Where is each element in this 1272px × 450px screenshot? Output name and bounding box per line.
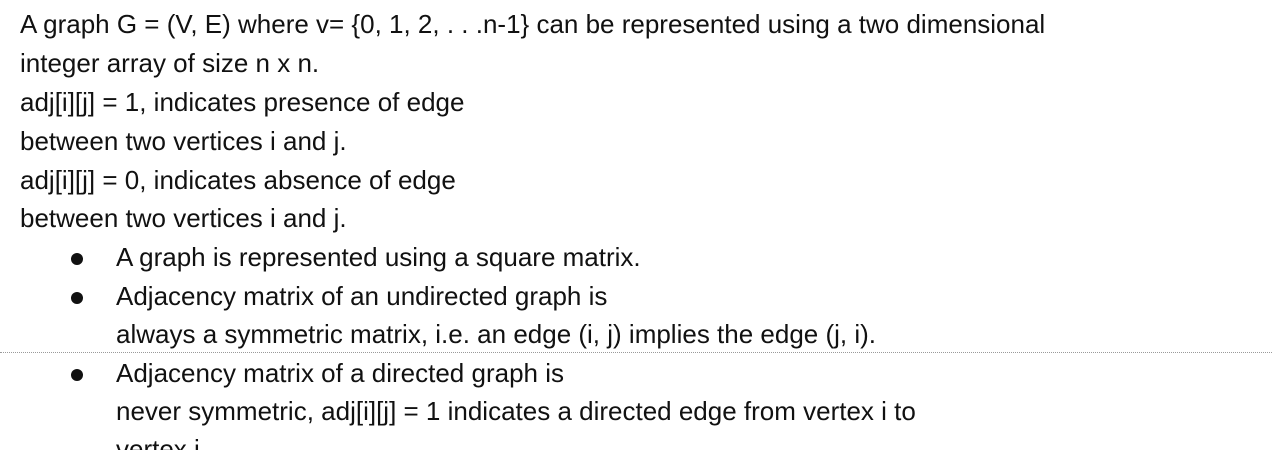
paragraph-line: between two vertices i and j. (20, 203, 347, 233)
paragraph-line: adj[i][j] = 0, indicates absence of edge (20, 165, 456, 195)
bullet-dot-icon (71, 253, 83, 265)
document-page: ​ A graph G = (V, E) where v= {0, 1, 2, … (0, 0, 1272, 450)
bullet-text-line: always a symmetric matrix, i.e. an edge … (116, 319, 877, 349)
paragraph-line: adj[i][j] = 1, indicates presence of edg… (20, 87, 465, 117)
bullet-text-line: vertex j. (116, 434, 208, 450)
page-break-divider (0, 352, 1272, 353)
bullet-text-line: A graph is represented using a square ma… (116, 242, 641, 272)
paragraph-line: A graph G = (V, E) where v= {0, 1, 2, . … (20, 9, 1046, 39)
bullet-dot-icon (71, 292, 83, 304)
bullet-text-line: Adjacency matrix of a directed graph is (116, 358, 564, 388)
bullet-text-line: Adjacency matrix of an undirected graph … (116, 281, 608, 311)
paragraph-line: between two vertices i and j. (20, 126, 347, 156)
bullet-dot-icon (71, 369, 83, 381)
bullet-text-line: never symmetric, adj[i][j] = 1 indicates… (116, 396, 916, 426)
paragraph-line: integer array of size n x n. (20, 48, 320, 78)
